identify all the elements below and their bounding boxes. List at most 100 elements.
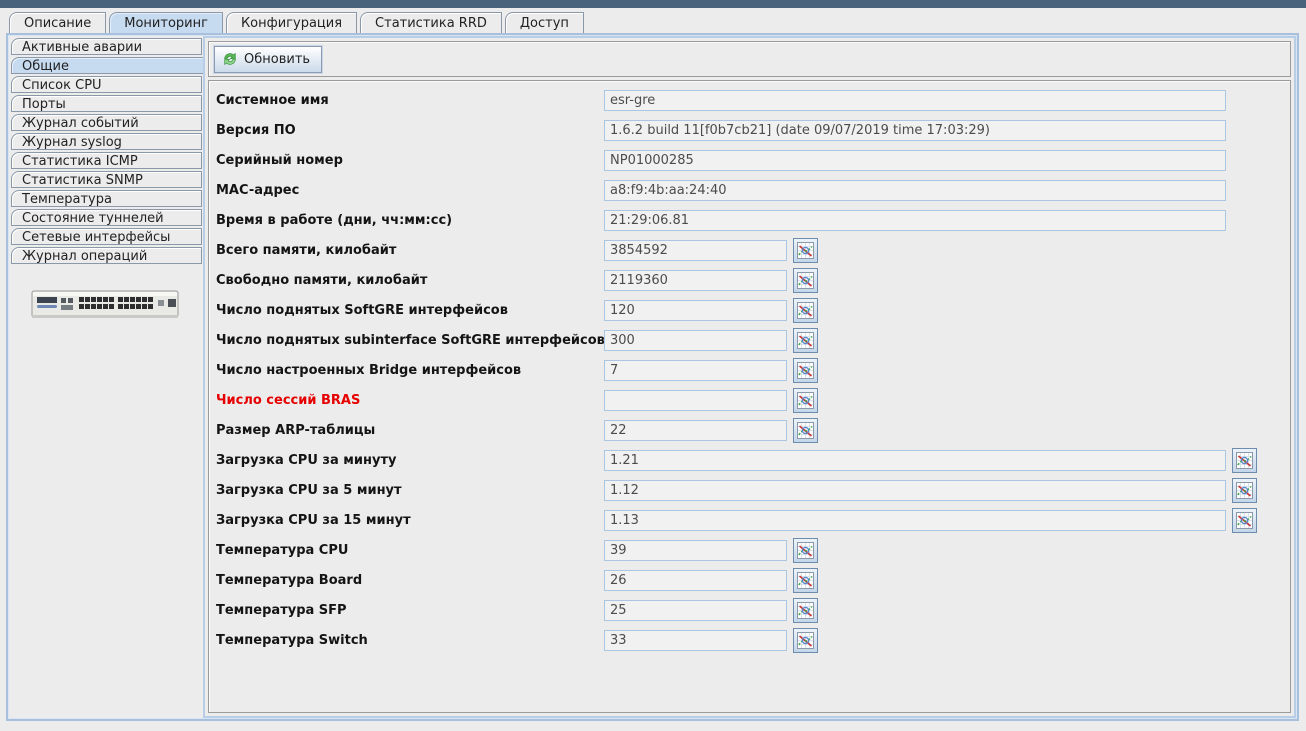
- field-label: Системное имя: [214, 93, 604, 108]
- chart-button[interactable]: [793, 358, 818, 383]
- line-graph-icon: [797, 632, 814, 649]
- form-row: Температура Board: [214, 565, 1290, 595]
- toolbar: Обновить: [208, 41, 1291, 77]
- sidebar-item-9[interactable]: Температура: [11, 190, 202, 207]
- field-label: Всего памяти, килобайт: [214, 243, 604, 258]
- chart-button[interactable]: [793, 628, 818, 653]
- sidebar-item-4[interactable]: Порты: [11, 95, 202, 112]
- sidebar-item-label: Общие: [22, 59, 69, 74]
- sidebar-item-label: Состояние туннелей: [22, 211, 164, 226]
- sidebar-item-6[interactable]: Журнал syslog: [11, 133, 202, 150]
- field-label: Версия ПО: [214, 123, 604, 138]
- sidebar-item-8[interactable]: Статистика SNMP: [11, 171, 202, 188]
- form-row: Системное имя: [214, 85, 1290, 115]
- field-value-input[interactable]: [604, 450, 1226, 471]
- chart-button[interactable]: [793, 238, 818, 263]
- field-value-input[interactable]: [604, 150, 1226, 171]
- tab-4[interactable]: Статистика RRD: [360, 12, 502, 33]
- sidebar-item-label: Порты: [22, 97, 66, 112]
- chart-button[interactable]: [1232, 448, 1257, 473]
- router-front-panel-image: [27, 278, 183, 332]
- chart-button[interactable]: [793, 538, 818, 563]
- chart-button[interactable]: [1232, 508, 1257, 533]
- field-label: Число поднятых SoftGRE интерфейсов: [214, 303, 604, 318]
- sidebar-item-label: Список CPU: [22, 78, 102, 93]
- line-graph-icon: [1236, 512, 1253, 529]
- sidebar: Активные аварии Общие Список CPU Порты Ж…: [8, 35, 202, 719]
- sidebar-item-7[interactable]: Статистика ICMP: [11, 152, 202, 169]
- form-row: Число сессий BRAS: [214, 385, 1290, 415]
- form-row: Размер ARP-таблицы: [214, 415, 1290, 445]
- form-row: Всего памяти, килобайт: [214, 235, 1290, 265]
- refresh-icon: [222, 51, 238, 67]
- tab-3[interactable]: Конфигурация: [226, 12, 357, 33]
- field-label: Число сессий BRAS: [214, 393, 604, 408]
- field-value-input[interactable]: [604, 420, 787, 441]
- field-value-input[interactable]: [604, 120, 1226, 141]
- field-value-input[interactable]: [604, 540, 787, 561]
- chart-button[interactable]: [793, 328, 818, 353]
- chart-button[interactable]: [793, 598, 818, 623]
- line-graph-icon: [1236, 482, 1253, 499]
- status-form: Системное имя Версия ПО Серийный номер M…: [208, 80, 1291, 713]
- chart-button[interactable]: [793, 568, 818, 593]
- form-row: Серийный номер: [214, 145, 1290, 175]
- field-value-input[interactable]: [604, 330, 787, 351]
- sidebar-item-label: Активные аварии: [22, 40, 142, 55]
- field-value-input[interactable]: [604, 300, 787, 321]
- line-graph-icon: [797, 422, 814, 439]
- form-row: Время в работе (дни, чч:мм:сс): [214, 205, 1290, 235]
- line-graph-icon: [797, 362, 814, 379]
- tab-5[interactable]: Доступ: [505, 12, 584, 33]
- field-value-input[interactable]: [604, 600, 787, 621]
- tab-label: Конфигурация: [241, 16, 342, 31]
- field-value-input[interactable]: [604, 90, 1226, 111]
- field-value-input[interactable]: [604, 510, 1226, 531]
- sidebar-item-5[interactable]: Журнал событий: [11, 114, 202, 131]
- tab-label: Статистика RRD: [375, 16, 487, 31]
- monitoring-content-frame: Активные аварии Общие Список CPU Порты Ж…: [6, 33, 1299, 721]
- form-row: MAC-адрес: [214, 175, 1290, 205]
- chart-button[interactable]: [793, 298, 818, 323]
- sidebar-item-12[interactable]: Журнал операций: [11, 247, 202, 264]
- sidebar-item-10[interactable]: Состояние туннелей: [11, 209, 202, 226]
- sidebar-item-3[interactable]: Список CPU: [11, 76, 202, 93]
- form-row: Загрузка CPU за 5 минут: [214, 475, 1290, 505]
- field-value-input[interactable]: [604, 210, 1226, 231]
- sidebar-item-label: Журнал операций: [22, 249, 147, 264]
- sidebar-item-label: Журнал событий: [22, 116, 139, 131]
- form-row: Температура CPU: [214, 535, 1290, 565]
- chart-button[interactable]: [793, 418, 818, 443]
- form-row: Температура Switch: [214, 625, 1290, 655]
- sidebar-item-11[interactable]: Сетевые интерфейсы: [11, 228, 202, 245]
- field-value-input[interactable]: [604, 240, 787, 261]
- field-value-input[interactable]: [604, 180, 1226, 201]
- field-label: Загрузка CPU за минуту: [214, 453, 604, 468]
- form-row: Версия ПО: [214, 115, 1290, 145]
- field-label: Число настроенных Bridge интерфейсов: [214, 363, 604, 378]
- field-value-input[interactable]: [604, 480, 1226, 501]
- tab-1[interactable]: Описание: [9, 12, 106, 33]
- field-value-input[interactable]: [604, 270, 787, 291]
- sidebar-item-1[interactable]: Активные аварии: [11, 38, 202, 55]
- sidebar-item-2[interactable]: Общие: [11, 57, 204, 74]
- field-value-input[interactable]: [604, 630, 787, 651]
- chart-button[interactable]: [1232, 478, 1257, 503]
- form-row: Загрузка CPU за 15 минут: [214, 505, 1290, 535]
- field-label: Температура SFP: [214, 603, 604, 618]
- field-label: Температура CPU: [214, 543, 604, 558]
- field-value-input[interactable]: [604, 390, 787, 411]
- chart-button[interactable]: [793, 268, 818, 293]
- sidebar-item-label: Статистика SNMP: [22, 173, 143, 188]
- form-row: Температура SFP: [214, 595, 1290, 625]
- field-label: Температура Switch: [214, 633, 604, 648]
- chart-button[interactable]: [793, 388, 818, 413]
- tab-2[interactable]: Мониторинг: [109, 12, 223, 33]
- field-label: Время в работе (дни, чч:мм:сс): [214, 213, 604, 228]
- line-graph-icon: [797, 542, 814, 559]
- field-value-input[interactable]: [604, 360, 787, 381]
- field-value-input[interactable]: [604, 570, 787, 591]
- field-label: Серийный номер: [214, 153, 604, 168]
- field-label: Загрузка CPU за 15 минут: [214, 513, 604, 528]
- refresh-button[interactable]: Обновить: [214, 46, 322, 73]
